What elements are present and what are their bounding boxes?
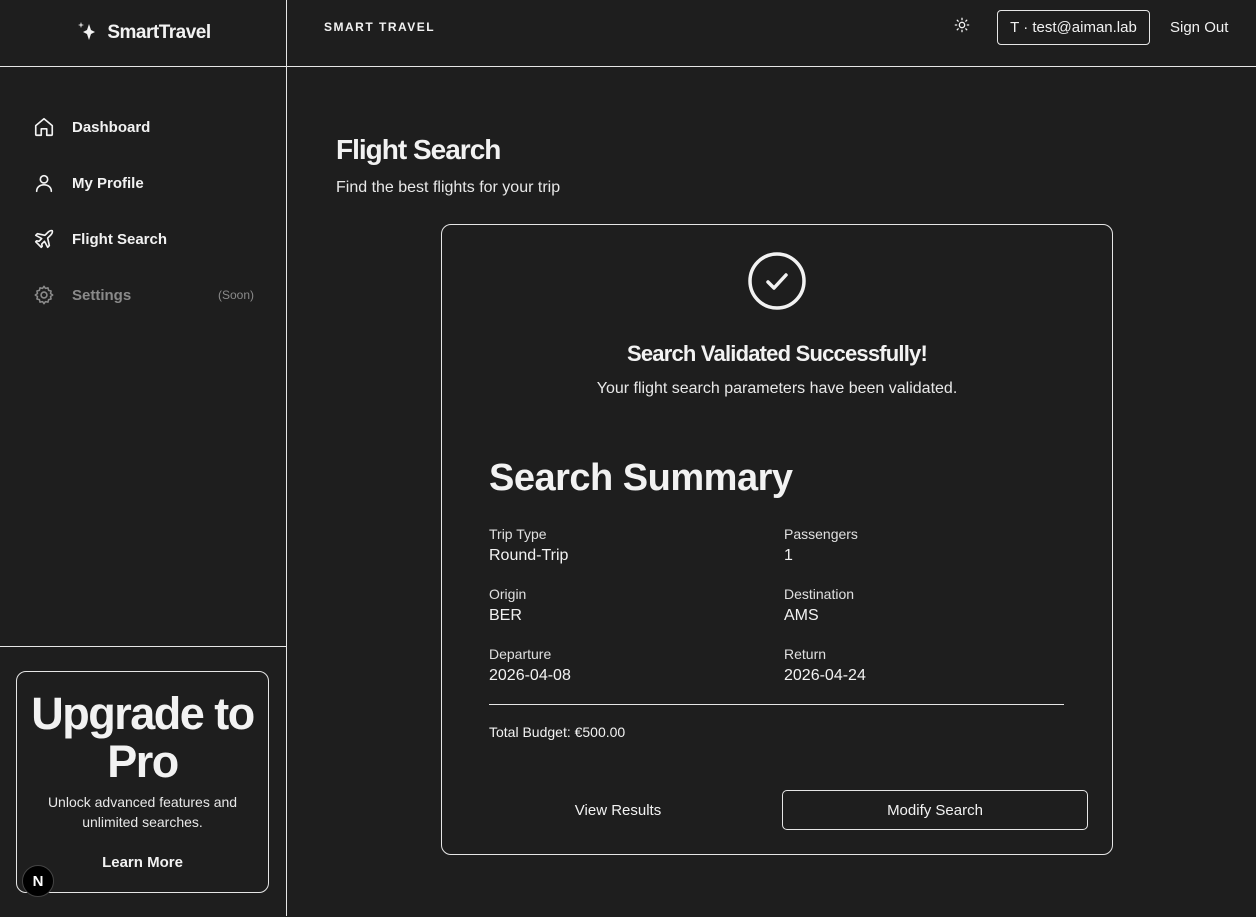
upgrade-card: Upgrade to Pro Unlock advanced features … xyxy=(16,671,269,893)
trip-type-field: Trip Type Round-Trip xyxy=(489,526,568,565)
plane-icon xyxy=(32,227,56,251)
view-results-button[interactable]: View Results xyxy=(475,791,761,829)
main-content: Flight Search Find the best flights for … xyxy=(287,67,1256,916)
field-value: 2026-04-08 xyxy=(489,667,571,684)
user-account-button[interactable]: T · test@aiman.lab xyxy=(997,10,1150,45)
origin-field: Origin BER xyxy=(489,586,526,625)
field-label: Trip Type xyxy=(489,526,547,542)
return-field: Return 2026-04-24 xyxy=(784,646,866,685)
home-icon xyxy=(32,115,56,139)
theme-toggle-button[interactable] xyxy=(949,14,975,40)
success-title: Search Validated Successfully! xyxy=(626,341,928,366)
sidebar: SmartTravel Dashboard My Profile Flight … xyxy=(0,0,287,916)
sidebar-item-dashboard[interactable]: Dashboard xyxy=(0,99,286,155)
field-value: AMS xyxy=(784,607,819,624)
dev-indicator-badge[interactable]: N xyxy=(22,865,54,897)
success-subtitle: Your flight search parameters have been … xyxy=(596,380,958,397)
learn-more-button[interactable]: Learn More xyxy=(17,854,268,871)
topbar: SMART TRAVEL T · test@aiman.lab Sign Out xyxy=(287,0,1256,67)
sidebar-item-my-profile[interactable]: My Profile xyxy=(0,155,286,211)
gear-icon xyxy=(32,283,56,307)
divider xyxy=(489,704,1064,705)
page-subtitle: Find the best flights for your trip xyxy=(336,179,561,196)
topbar-title: SMART TRAVEL xyxy=(324,20,436,34)
sidebar-nav: Dashboard My Profile Flight Search Setti… xyxy=(0,67,286,323)
sun-icon xyxy=(954,17,970,38)
field-value: 1 xyxy=(784,547,793,564)
modify-search-button[interactable]: Modify Search xyxy=(782,790,1088,830)
sidebar-item-label: Settings xyxy=(72,286,132,304)
field-label: Passengers xyxy=(784,526,858,542)
sidebar-item-label: My Profile xyxy=(72,174,144,192)
field-label: Return xyxy=(784,646,827,662)
sidebar-item-flight-search[interactable]: Flight Search xyxy=(0,211,286,267)
user-icon xyxy=(32,171,56,195)
sign-out-button[interactable]: Sign Out xyxy=(1170,19,1228,36)
field-value: Round-Trip xyxy=(489,547,569,564)
departure-field: Departure 2026-04-08 xyxy=(489,646,571,685)
page-title: Flight Search xyxy=(336,134,501,165)
field-label: Origin xyxy=(489,586,527,602)
soon-badge: (Soon) xyxy=(217,288,254,302)
total-budget: Total Budget: €500.00 xyxy=(489,724,626,740)
summary-title: Search Summary xyxy=(489,457,793,499)
sparkle-icon xyxy=(75,20,97,47)
field-label: Destination xyxy=(784,586,855,602)
field-label: Departure xyxy=(489,646,552,662)
passengers-field: Passengers 1 xyxy=(784,526,858,565)
sidebar-item-label: Dashboard xyxy=(72,118,151,136)
upgrade-text: Unlock advanced features and unlimited s… xyxy=(47,794,238,830)
search-result-card: Search Validated Successfully! Your flig… xyxy=(441,224,1113,855)
brand[interactable]: SmartTravel xyxy=(0,0,286,67)
check-circle-icon xyxy=(747,251,807,311)
brand-name: SmartTravel xyxy=(107,22,211,43)
destination-field: Destination AMS xyxy=(784,586,854,625)
field-value: BER xyxy=(489,607,522,624)
sidebar-item-settings: Settings (Soon) xyxy=(0,267,286,323)
upgrade-title: Upgrade to Pro xyxy=(31,688,255,787)
sidebar-item-label: Flight Search xyxy=(72,230,168,248)
field-value: 2026-04-24 xyxy=(784,667,866,684)
